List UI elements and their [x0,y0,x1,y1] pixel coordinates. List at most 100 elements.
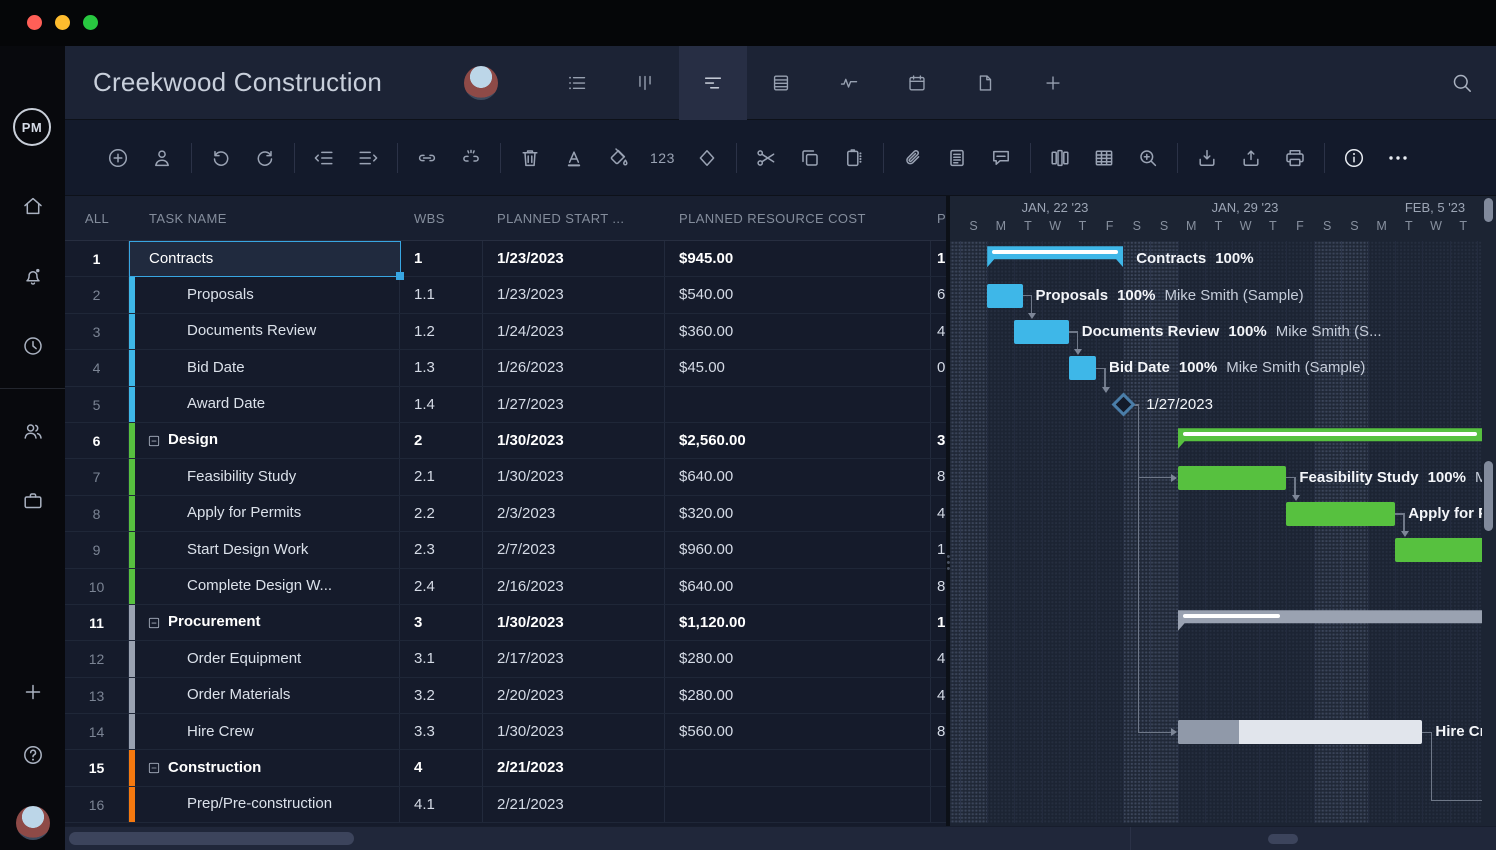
task-name-cell[interactable]: Procurement [135,605,400,640]
planned-start-cell[interactable]: 1/30/2023 [483,459,665,494]
tab-calendar[interactable] [883,46,951,120]
task-name-cell[interactable]: Hire Crew [135,714,400,749]
planned-cost-cell[interactable]: $640.00 [665,569,931,604]
row-number[interactable]: 10 [65,569,129,604]
sidebar-item-add[interactable] [21,680,45,709]
numbers-button[interactable]: 123 [650,150,675,166]
task-name-cell[interactable]: Design [135,423,400,458]
p-cell[interactable]: 4 [931,314,946,349]
planned-cost-cell[interactable]: $540.00 [665,277,931,312]
row-number[interactable]: 9 [65,532,129,567]
p-cell[interactable]: 4 [931,678,946,713]
row-number[interactable]: 2 [65,277,129,312]
info-button[interactable] [1342,146,1366,170]
planned-cost-cell[interactable]: $320.00 [665,496,931,531]
indent-button[interactable] [356,146,380,170]
gantt-vertical-scrollbar-top[interactable] [1484,198,1493,222]
wbs-cell[interactable]: 2.1 [400,459,483,494]
task-name-cell[interactable]: Prep/Pre-construction [135,787,400,822]
task-bar[interactable] [1178,466,1287,490]
planned-start-cell[interactable]: 2/20/2023 [483,678,665,713]
planned-cost-cell[interactable] [665,387,931,422]
task-name-cell[interactable]: Complete Design W... [135,569,400,604]
p-cell[interactable]: 1 [931,241,946,276]
planned-start-cell[interactable]: 1/24/2023 [483,314,665,349]
undo-button[interactable] [209,146,233,170]
import-button[interactable] [1195,146,1219,170]
task-bar[interactable] [1069,356,1096,380]
unlink-tasks-button[interactable] [459,146,483,170]
wbs-cell[interactable]: 1.2 [400,314,483,349]
task-name-cell[interactable]: Feasibility Study [135,459,400,494]
wbs-cell[interactable]: 2.3 [400,532,483,567]
column-header-wbs[interactable]: WBS [414,196,445,241]
wbs-cell[interactable]: 3.2 [400,678,483,713]
planned-start-cell[interactable]: 2/16/2023 [483,569,665,604]
task-name-cell[interactable]: Proposals [135,277,400,312]
planned-cost-cell[interactable]: $640.00 [665,459,931,494]
p-cell[interactable]: 8 [931,714,946,749]
planned-start-cell[interactable]: 1/26/2023 [483,350,665,385]
task-bar[interactable] [1395,538,1482,562]
tab-list[interactable] [543,46,611,120]
planned-cost-cell[interactable] [665,750,931,785]
column-header-all[interactable]: ALL [65,196,129,241]
column-header-planned-start[interactable]: PLANNED START ... [497,196,624,241]
milestone-button[interactable] [695,146,719,170]
row-number[interactable]: 7 [65,459,129,494]
paste-button[interactable] [842,146,866,170]
row-number[interactable]: 3 [65,314,129,349]
print-button[interactable] [1283,146,1307,170]
row-number[interactable]: 4 [65,350,129,385]
sidebar-item-recent[interactable] [0,311,65,381]
row-number[interactable]: 12 [65,641,129,676]
planned-cost-cell[interactable]: $1,120.00 [665,605,931,640]
task-name-cell[interactable]: Start Design Work [135,532,400,567]
tab-add-view[interactable] [1019,46,1087,120]
task-bar[interactable] [987,284,1022,308]
row-number[interactable]: 13 [65,678,129,713]
row-number[interactable]: 6 [65,423,129,458]
planned-start-cell[interactable]: 1/30/2023 [483,423,665,458]
close-window-button[interactable] [27,15,42,30]
task-name-cell[interactable]: Bid Date [135,350,400,385]
tab-sheet[interactable] [747,46,815,120]
wbs-cell[interactable]: 3.3 [400,714,483,749]
tab-activity[interactable] [815,46,883,120]
task-bar[interactable] [1014,320,1068,344]
column-header-planned-resource-cost[interactable]: PLANNED RESOURCE COST [679,196,866,241]
planned-cost-cell[interactable]: $280.00 [665,678,931,713]
planned-cost-cell[interactable]: $280.00 [665,641,931,676]
minimize-window-button[interactable] [55,15,70,30]
planned-start-cell[interactable]: 2/17/2023 [483,641,665,676]
planned-cost-cell[interactable]: $560.00 [665,714,931,749]
task-name-cell[interactable]: Award Date [135,387,400,422]
wbs-cell[interactable]: 1.4 [400,387,483,422]
task-name-cell[interactable]: Construction [135,750,400,785]
zoom-window-button[interactable] [83,15,98,30]
task-name-cell[interactable]: Documents Review [135,314,400,349]
table-hscroll-thumb[interactable] [69,832,354,845]
planned-start-cell[interactable]: 1/23/2023 [483,277,665,312]
wbs-cell[interactable]: 1.3 [400,350,483,385]
outdent-button[interactable] [312,146,336,170]
task-bar[interactable] [1286,502,1395,526]
p-cell[interactable]: 8 [931,459,946,494]
planned-start-cell[interactable]: 1/30/2023 [483,714,665,749]
task-name-cell[interactable]: Apply for Permits [135,496,400,531]
wbs-cell[interactable]: 4.1 [400,787,483,822]
sidebar-item-help[interactable] [21,743,45,772]
row-number[interactable]: 5 [65,387,129,422]
p-cell[interactable]: 4 [931,641,946,676]
collapse-icon[interactable] [147,761,161,775]
planned-start-cell[interactable]: 2/3/2023 [483,496,665,531]
p-cell[interactable]: 3 [931,423,946,458]
copy-button[interactable] [798,146,822,170]
tab-board[interactable] [611,46,679,120]
notes-button[interactable] [945,146,969,170]
row-number[interactable]: 15 [65,750,129,785]
planned-start-cell[interactable]: 1/27/2023 [483,387,665,422]
wbs-cell[interactable]: 1 [400,241,483,276]
wbs-cell[interactable]: 3.1 [400,641,483,676]
assign-button[interactable] [150,146,174,170]
